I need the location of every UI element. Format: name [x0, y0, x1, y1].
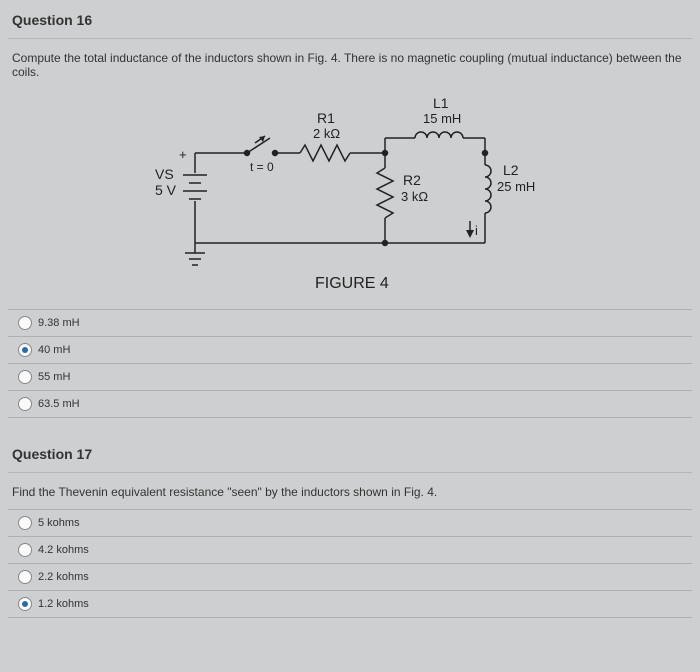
- option-label: 55 mH: [38, 371, 70, 383]
- radio-icon[interactable]: [18, 343, 32, 357]
- radio-icon[interactable]: [18, 316, 32, 330]
- l1-val: 15 mH: [423, 111, 461, 126]
- vs-name: VS: [155, 166, 174, 182]
- i-label: i: [475, 223, 478, 238]
- figure-caption: FIGURE 4: [315, 275, 389, 292]
- r2-name: R2: [403, 172, 421, 188]
- radio-icon[interactable]: [18, 516, 32, 530]
- q16-options: 9.38 mH 40 mH 55 mH 63.5 mH: [8, 309, 692, 418]
- question-16-header: Question 16: [8, 6, 692, 39]
- q17-option-3[interactable]: 1.2 kohms: [8, 591, 692, 618]
- plus-label: +: [179, 147, 187, 162]
- r2-val: 3 kΩ: [401, 189, 428, 204]
- r1-val: 2 kΩ: [313, 126, 340, 141]
- r1-name: R1: [317, 110, 335, 126]
- option-label: 4.2 kohms: [38, 544, 89, 556]
- q17-options: 5 kohms 4.2 kohms 2.2 kohms 1.2 kohms: [8, 509, 692, 618]
- q16-option-0[interactable]: 9.38 mH: [8, 310, 692, 337]
- l1-name: L1: [433, 95, 449, 111]
- l2-name: L2: [503, 162, 519, 178]
- radio-icon[interactable]: [18, 570, 32, 584]
- option-label: 1.2 kohms: [38, 598, 89, 610]
- q17-option-0[interactable]: 5 kohms: [8, 510, 692, 537]
- q16-option-2[interactable]: 55 mH: [8, 364, 692, 391]
- option-label: 40 mH: [38, 344, 70, 356]
- l2-val: 25 mH: [497, 179, 535, 194]
- question-17-header: Question 17: [8, 440, 692, 473]
- radio-icon[interactable]: [18, 397, 32, 411]
- option-label: 63.5 mH: [38, 398, 80, 410]
- question-17-prompt: Find the Thevenin equivalent resistance …: [8, 481, 692, 509]
- radio-icon[interactable]: [18, 597, 32, 611]
- option-label: 2.2 kohms: [38, 571, 89, 583]
- option-label: 9.38 mH: [38, 317, 80, 329]
- radio-icon[interactable]: [18, 543, 32, 557]
- radio-icon[interactable]: [18, 370, 32, 384]
- question-16-prompt: Compute the total inductance of the indu…: [8, 47, 692, 89]
- t0-label: t = 0: [250, 160, 274, 174]
- option-label: 5 kohms: [38, 517, 80, 529]
- figure-4: + VS 5 V t = 0 R1 2 kΩ L1 15 mH R2 3 kΩ …: [8, 89, 692, 309]
- q16-option-1[interactable]: 40 mH: [8, 337, 692, 364]
- vs-val: 5 V: [155, 182, 177, 198]
- q17-option-2[interactable]: 2.2 kohms: [8, 564, 692, 591]
- q17-option-1[interactable]: 4.2 kohms: [8, 537, 692, 564]
- q16-option-3[interactable]: 63.5 mH: [8, 391, 692, 418]
